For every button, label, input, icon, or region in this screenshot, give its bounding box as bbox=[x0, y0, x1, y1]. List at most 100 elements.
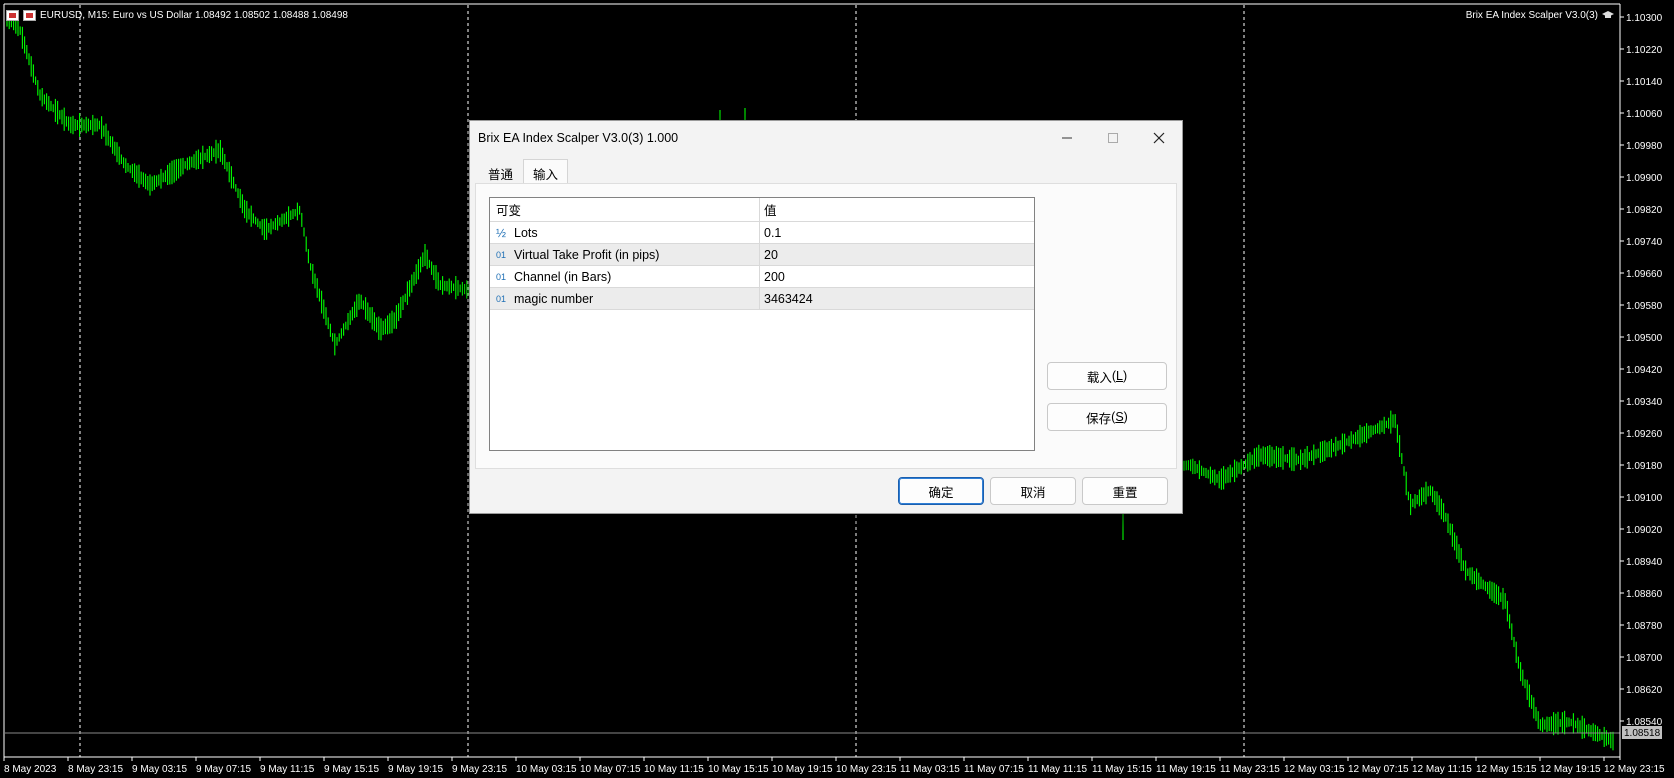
price-label: 1.08940 bbox=[1626, 557, 1663, 568]
time-label: 12 May 03:15 bbox=[1284, 764, 1345, 775]
price-label: 1.08620 bbox=[1626, 685, 1663, 696]
tab-common[interactable]: 普通 bbox=[478, 159, 523, 183]
time-label: 11 May 23:15 bbox=[1220, 764, 1280, 775]
table-row[interactable]: 01 magic number 3463424 bbox=[490, 288, 1034, 310]
time-label: 11 May 19:15 bbox=[1156, 764, 1216, 775]
time-label: 11 May 11:15 bbox=[1028, 764, 1088, 775]
time-label: 10 May 23:15 bbox=[836, 764, 897, 775]
time-label: 12 May 11:15 bbox=[1412, 764, 1472, 775]
expert-name: Brix EA Index Scalper V3.0(3) bbox=[1465, 9, 1598, 21]
double-type-icon: ½ bbox=[496, 225, 507, 240]
param-value[interactable]: 3463424 bbox=[760, 288, 1034, 309]
price-label: 1.09740 bbox=[1626, 237, 1663, 248]
close-button[interactable] bbox=[1136, 121, 1182, 155]
load-button-label: 载入 bbox=[1086, 370, 1112, 385]
price-label: 1.08700 bbox=[1626, 653, 1663, 664]
time-label: 12 May 15:15 bbox=[1476, 764, 1537, 775]
price-label: 1.09340 bbox=[1626, 397, 1663, 408]
time-label: 10 May 11:15 bbox=[644, 764, 704, 775]
one-click-trading-icon[interactable] bbox=[23, 9, 36, 21]
param-name: Lots bbox=[514, 225, 538, 240]
cancel-button[interactable]: 取消 bbox=[990, 477, 1076, 505]
integer-type-icon: 01 bbox=[496, 249, 507, 260]
expert-advisor-label: Brix EA Index Scalper V3.0(3) bbox=[1466, 8, 1614, 22]
close-icon bbox=[1153, 132, 1165, 144]
time-label: 10 May 19:15 bbox=[772, 764, 833, 775]
time-label: 8 May 23:15 bbox=[68, 764, 123, 775]
table-row[interactable]: ½ Lots 0.1 bbox=[490, 222, 1034, 244]
table-row[interactable]: 01 Virtual Take Profit (in pips) 20 bbox=[490, 244, 1034, 266]
column-header-value[interactable]: 值 bbox=[760, 198, 1034, 221]
time-label: 10 May 15:15 bbox=[708, 764, 769, 775]
price-label: 1.09020 bbox=[1626, 525, 1663, 536]
column-header-variable[interactable]: 可变 bbox=[490, 198, 760, 221]
param-name-cell: 01 magic number bbox=[490, 288, 760, 309]
parameters-table: 可变 值 ½ Lots 0.1 01 Virtual Take Profit (… bbox=[489, 197, 1035, 451]
time-label: 10 May 03:15 bbox=[516, 764, 577, 775]
param-value[interactable]: 0.1 bbox=[760, 222, 1034, 243]
graduation-cap-icon[interactable] bbox=[1602, 10, 1614, 20]
price-label: 1.09980 bbox=[1626, 141, 1663, 152]
price-label: 1.09820 bbox=[1626, 205, 1663, 216]
price-label: 1.09900 bbox=[1626, 173, 1663, 184]
time-label: 12 May 07:15 bbox=[1348, 764, 1409, 775]
dialog-tabs: 普通 输入 bbox=[478, 159, 569, 183]
price-label: 1.09500 bbox=[1626, 333, 1663, 344]
maximize-button[interactable] bbox=[1090, 121, 1136, 155]
ok-button[interactable]: 确定 bbox=[898, 477, 984, 505]
time-label: 11 May 07:15 bbox=[964, 764, 1024, 775]
dialog-titlebar[interactable]: Brix EA Index Scalper V3.0(3) 1.000 bbox=[470, 121, 1182, 155]
price-label: 1.09260 bbox=[1626, 429, 1663, 440]
time-label: 9 May 07:15 bbox=[196, 764, 251, 775]
symbol-info: EURUSD, M15: Euro vs US Dollar 1.08492 1… bbox=[40, 9, 348, 21]
save-button-label: 保存 bbox=[1086, 411, 1112, 426]
price-label: 1.10060 bbox=[1626, 109, 1663, 120]
maximize-icon bbox=[1108, 133, 1118, 143]
price-label: 1.10140 bbox=[1626, 77, 1663, 88]
minimize-icon bbox=[1062, 137, 1072, 139]
time-label: 11 May 03:15 bbox=[900, 764, 960, 775]
time-label: 12 May 23:15 bbox=[1604, 764, 1665, 775]
time-label: 9 May 03:15 bbox=[132, 764, 187, 775]
integer-type-icon: 01 bbox=[496, 271, 507, 282]
minimize-button[interactable] bbox=[1044, 121, 1090, 155]
time-label: 9 May 11:15 bbox=[260, 764, 315, 775]
price-label: 1.09660 bbox=[1626, 269, 1663, 280]
price-label: 1.08780 bbox=[1626, 621, 1663, 632]
time-label: 11 May 15:15 bbox=[1092, 764, 1152, 775]
param-value[interactable]: 200 bbox=[760, 266, 1034, 287]
price-label: 1.10220 bbox=[1626, 45, 1663, 56]
param-name: magic number bbox=[514, 291, 594, 306]
price-label: 1.09100 bbox=[1626, 493, 1663, 504]
integer-type-icon: 01 bbox=[496, 293, 507, 304]
time-label: 8 May 2023 bbox=[4, 764, 57, 775]
param-name-cell: 01 Channel (in Bars) bbox=[490, 266, 760, 287]
param-name: Channel (in Bars) bbox=[514, 269, 612, 284]
save-hotkey: S bbox=[1115, 410, 1124, 424]
chart-list-icon[interactable] bbox=[6, 9, 19, 21]
param-name-cell: 01 Virtual Take Profit (in pips) bbox=[490, 244, 760, 265]
save-button[interactable]: 保存(S) bbox=[1047, 403, 1167, 431]
chart-header: EURUSD, M15: Euro vs US Dollar 1.08492 1… bbox=[6, 8, 348, 22]
price-label: 1.08860 bbox=[1626, 589, 1663, 600]
load-button[interactable]: 载入(L) bbox=[1047, 362, 1167, 390]
table-header: 可变 值 bbox=[490, 198, 1034, 222]
price-label: 1.09580 bbox=[1626, 301, 1663, 312]
time-label: 9 May 15:15 bbox=[324, 764, 379, 775]
price-label: 1.09420 bbox=[1626, 365, 1663, 376]
price-label: 1.09180 bbox=[1626, 461, 1663, 472]
time-label: 10 May 07:15 bbox=[580, 764, 641, 775]
table-row[interactable]: 01 Channel (in Bars) 200 bbox=[490, 266, 1034, 288]
load-hotkey: L bbox=[1116, 369, 1123, 383]
time-label: 9 May 23:15 bbox=[452, 764, 507, 775]
time-label: 12 May 19:15 bbox=[1540, 764, 1601, 775]
param-value[interactable]: 20 bbox=[760, 244, 1034, 265]
dialog-title: Brix EA Index Scalper V3.0(3) 1.000 bbox=[478, 131, 679, 145]
inputs-panel: 可变 值 ½ Lots 0.1 01 Virtual Take Profit (… bbox=[475, 183, 1177, 469]
reset-button[interactable]: 重置 bbox=[1082, 477, 1168, 505]
tab-inputs[interactable]: 输入 bbox=[523, 159, 569, 183]
price-label: 1.10300 bbox=[1626, 13, 1663, 24]
param-name-cell: ½ Lots bbox=[490, 222, 760, 243]
current-price-label: 1.08518 bbox=[1624, 728, 1661, 739]
ea-properties-dialog: Brix EA Index Scalper V3.0(3) 1.000 普通 输… bbox=[469, 120, 1183, 514]
